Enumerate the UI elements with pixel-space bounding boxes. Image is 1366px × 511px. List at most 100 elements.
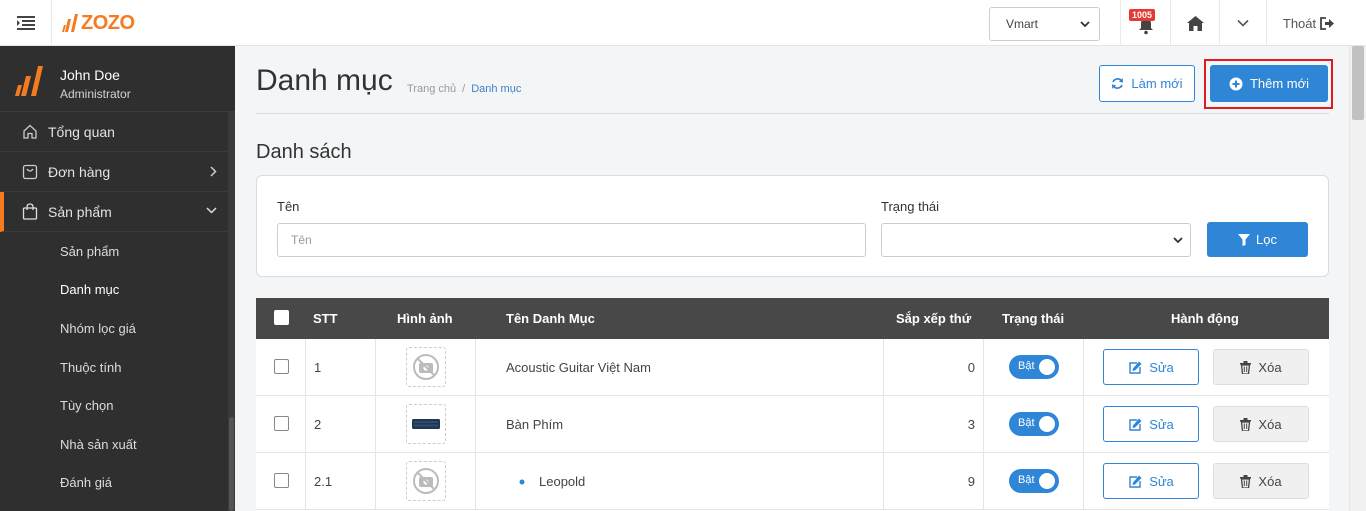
brand-logo-text: ZOZO	[81, 11, 135, 34]
sidebar-item-label: Sản phẩm	[48, 203, 112, 220]
zozo-logo-icon	[62, 14, 78, 32]
trash-icon	[1240, 360, 1252, 374]
add-new-button[interactable]: Thêm mới	[1210, 65, 1328, 102]
breadcrumb: Trang chủ / Danh mục	[407, 83, 521, 95]
status-filter-select[interactable]	[881, 223, 1191, 257]
row-stt: 2	[314, 417, 322, 432]
filter-panel: Tên Trạng thái Lọc	[256, 175, 1329, 277]
edit-icon	[1129, 418, 1142, 431]
logout-button[interactable]: Thoát	[1266, 0, 1350, 46]
breadcrumb-home-link[interactable]: Trang chủ	[407, 83, 456, 95]
sidebar-subitem-manufacturers[interactable]: Nhà sản xuất	[0, 425, 235, 464]
header-status: Trạng thái	[1002, 311, 1065, 326]
delete-button[interactable]: Xóa	[1213, 406, 1309, 442]
chevron-down-icon	[1237, 19, 1249, 27]
status-toggle-label: Bật	[1018, 417, 1035, 429]
sidebar-subitem-products[interactable]: Sản phẩm	[0, 232, 235, 271]
status-toggle[interactable]: Bật	[1009, 469, 1059, 493]
notifications-badge: 1005	[1129, 9, 1156, 21]
sidebar-subitem-attributes[interactable]: Thuộc tính	[0, 348, 235, 387]
status-toggle-label: Bật	[1018, 360, 1035, 372]
edit-button[interactable]: Sửa	[1103, 463, 1199, 499]
user-name: John Doe	[60, 67, 120, 83]
header-stt: STT	[313, 311, 338, 326]
no-image-icon	[413, 354, 439, 380]
row-stt: 1	[314, 360, 322, 375]
shop-select[interactable]: Vmart	[989, 7, 1100, 41]
delete-label: Xóa	[1258, 473, 1282, 489]
chevron-right-icon	[210, 166, 217, 177]
top-bar: ZOZO Vmart 1005 Thoát	[0, 0, 1366, 46]
sidebar-scrollbar-thumb[interactable]	[229, 417, 234, 511]
menu-toggle-button[interactable]	[0, 0, 52, 46]
row-checkbox[interactable]	[274, 359, 289, 374]
notifications-button[interactable]: 1005	[1120, 0, 1170, 46]
filter-button[interactable]: Lọc	[1207, 222, 1308, 257]
select-all-checkbox[interactable]	[274, 310, 289, 325]
bullet-icon	[519, 479, 525, 484]
page-scrollbar[interactable]	[1349, 46, 1366, 511]
page-title: Danh mục	[256, 64, 393, 97]
sidebar-subitem-options[interactable]: Tùy chọn	[0, 386, 235, 425]
home-icon	[1186, 15, 1204, 31]
sidebar-item-products[interactable]: Sản phẩm	[0, 192, 235, 232]
title-divider	[256, 113, 1329, 114]
logout-label: Thoát	[1282, 15, 1317, 31]
delete-button[interactable]: Xóa	[1213, 349, 1309, 385]
trash-icon	[1240, 474, 1252, 488]
row-checkbox[interactable]	[274, 473, 289, 488]
sidebar-item-overview[interactable]: Tổng quan	[0, 112, 235, 152]
filter-icon	[1238, 233, 1251, 246]
table-row: 1 Acoustic Guitar Việt Nam 0 Bật Sửa Xóa	[256, 339, 1329, 396]
row-checkbox[interactable]	[274, 416, 289, 431]
page-scrollbar-thumb[interactable]	[1352, 46, 1364, 120]
refresh-button[interactable]: Làm mới	[1099, 65, 1195, 102]
name-filter-input[interactable]	[277, 223, 866, 257]
hamburger-menu-icon	[16, 16, 35, 30]
table-row: 2 Bàn Phím 3 Bật Sửa Xóa	[256, 396, 1329, 453]
edit-label: Sửa	[1149, 416, 1174, 432]
status-toggle[interactable]: Bật	[1009, 412, 1059, 436]
plus-circle-icon	[1229, 77, 1243, 90]
row-sort-order: 3	[967, 417, 975, 432]
sidebar-scrollbar[interactable]	[228, 112, 235, 511]
delete-label: Xóa	[1258, 416, 1282, 432]
sidebar-item-orders[interactable]: Đơn hàng	[0, 152, 235, 192]
sidebar: John Doe Administrator Tổng quan Đơn hàn…	[0, 46, 235, 511]
row-stt: 2.1	[314, 474, 333, 489]
sidebar-subitem-price-groups[interactable]: Nhóm lọc giá	[0, 309, 235, 348]
categories-table: STT Hình ảnh Tên Danh Mục Sắp xếp thứ Tr…	[256, 298, 1329, 511]
filter-button-label: Lọc	[1256, 232, 1277, 247]
edit-icon	[1129, 475, 1142, 488]
row-image	[406, 461, 446, 501]
header-image: Hình ảnh	[397, 311, 453, 326]
header-actions: Hành động	[1171, 311, 1239, 326]
trash-icon	[1240, 417, 1252, 431]
sidebar-subitem-reviews[interactable]: Đánh giá	[0, 464, 235, 503]
row-name: Acoustic Guitar Việt Nam	[506, 360, 651, 375]
edit-button[interactable]: Sửa	[1103, 406, 1199, 442]
row-image	[406, 347, 446, 387]
delete-label: Xóa	[1258, 359, 1282, 375]
sign-out-icon	[1320, 16, 1335, 30]
shop-select-value: Vmart	[1006, 17, 1039, 31]
keyboard-thumbnail	[412, 419, 440, 429]
breadcrumb-separator: /	[462, 83, 466, 95]
edit-icon	[1129, 361, 1142, 374]
user-dropdown-button[interactable]	[1219, 0, 1266, 46]
home-button[interactable]	[1170, 0, 1219, 46]
edit-button[interactable]: Sửa	[1103, 349, 1199, 385]
edit-label: Sửa	[1149, 473, 1174, 489]
sidebar-item-label: Tổng quan	[48, 123, 115, 140]
sidebar-subitem-categories[interactable]: Danh mục	[0, 271, 235, 310]
row-name: Leopold	[539, 474, 586, 489]
row-sort-order: 0	[967, 360, 975, 375]
status-toggle[interactable]: Bật	[1009, 355, 1059, 379]
user-logo-icon	[15, 66, 43, 96]
user-profile: John Doe Administrator	[0, 46, 235, 112]
delete-button[interactable]: Xóa	[1213, 463, 1309, 499]
refresh-icon	[1112, 78, 1124, 89]
brand-logo[interactable]: ZOZO	[62, 12, 135, 34]
name-filter-label: Tên	[277, 199, 300, 214]
header-name: Tên Danh Mục	[506, 311, 595, 326]
